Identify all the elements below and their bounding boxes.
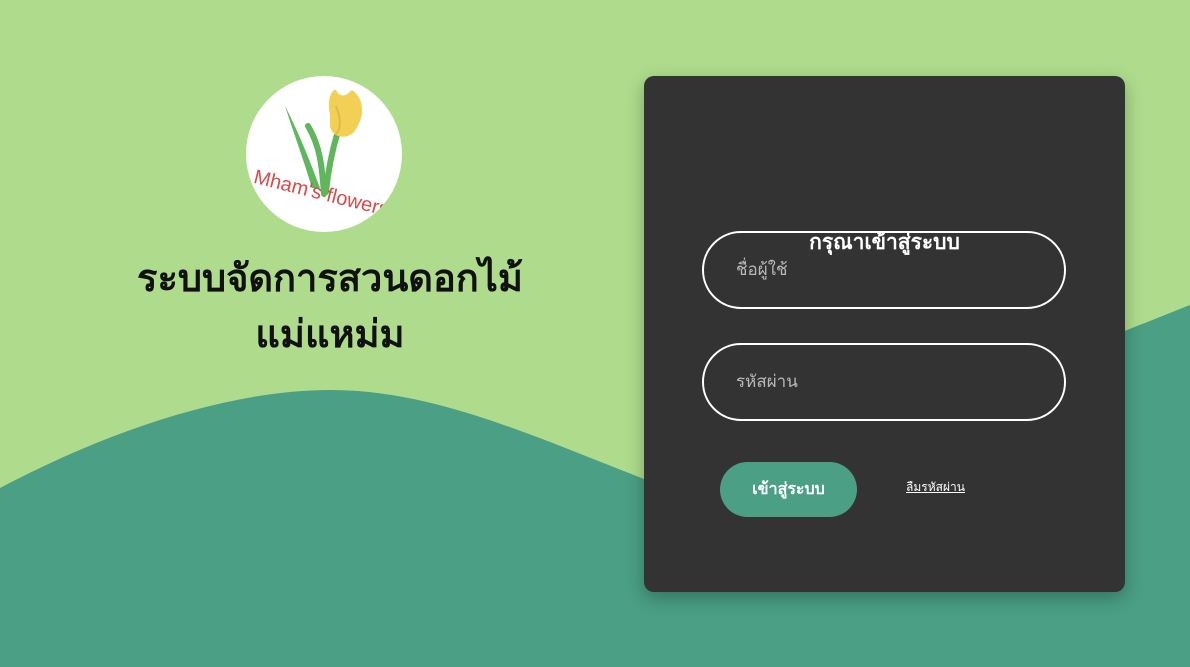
brand-title-line1: ระบบจัดการสวนดอกไม้ <box>137 256 523 300</box>
brand-title-line2: แม่แหม่ม <box>255 312 405 356</box>
username-field[interactable] <box>702 231 1066 309</box>
brand-title: ระบบจัดการสวนดอกไม้ แม่แหม่ม <box>80 250 580 362</box>
login-card: กรุณาเข้าสู่ระบบ <box>644 76 1125 592</box>
tulip-icon: Mham's flowers <box>251 89 391 221</box>
password-field[interactable] <box>702 343 1066 421</box>
forgot-password-link[interactable]: ลืมรหัสผ่าน <box>906 478 965 497</box>
brand-logo: Mham's flowers <box>246 76 402 232</box>
login-button[interactable]: เข้าสู่ระบบ <box>720 462 857 517</box>
